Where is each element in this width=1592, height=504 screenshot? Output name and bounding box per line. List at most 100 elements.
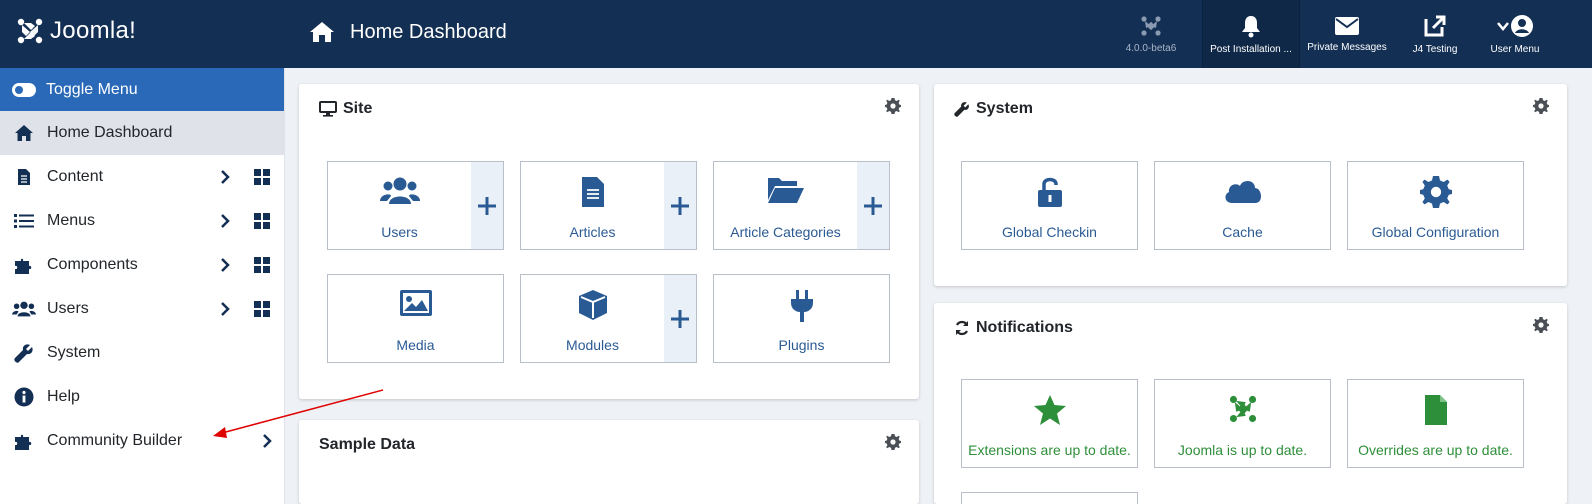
cube-icon	[578, 290, 607, 320]
sidebar-item-label: Components	[47, 256, 138, 273]
site-tile-article-categories[interactable]: Article Categories	[713, 161, 890, 250]
sidebar-item-menus[interactable]: Menus	[0, 199, 284, 243]
chevron-right-icon[interactable]	[220, 169, 230, 185]
dashboard-grid-icon[interactable]	[254, 257, 270, 273]
add-user-button[interactable]	[471, 162, 503, 249]
notification-tile-joomla[interactable]: Joomla is up to date.	[1154, 379, 1331, 468]
plus-icon	[671, 196, 689, 215]
tile-label: Article Categories	[730, 224, 841, 240]
cog-icon	[1419, 176, 1452, 208]
joomla-logo-icon	[17, 18, 43, 44]
gear-icon[interactable]	[885, 434, 901, 450]
plug-icon	[790, 290, 813, 322]
chevron-right-icon[interactable]	[220, 213, 230, 229]
plus-icon	[478, 196, 496, 215]
top-header: Joomla! Home Dashboard 4.0.0-beta6 Post …	[0, 0, 1592, 68]
sidebar-item-label: Home Dashboard	[47, 124, 173, 141]
tile-label: Joomla is up to date.	[1177, 442, 1308, 458]
site-tile-media[interactable]: Media	[327, 274, 504, 363]
post-installation-button[interactable]: Post Installation ...	[1202, 0, 1300, 68]
users-icon	[12, 300, 36, 318]
system-card-title: System	[954, 100, 1033, 118]
wrench-icon	[954, 102, 969, 117]
notification-tile-extensions[interactable]: Extensions are up to date.	[961, 379, 1138, 468]
unlock-icon	[1037, 177, 1062, 207]
users-icon	[379, 177, 420, 204]
plugins-tile-link[interactable]: Plugins	[714, 275, 889, 362]
version-label: 4.0.0-beta6	[1125, 42, 1177, 54]
dashboard-grid-icon[interactable]	[254, 213, 270, 229]
user-menu-label: User Menu	[1490, 43, 1540, 55]
system-tile-global-configuration[interactable]: Global Configuration	[1347, 161, 1524, 250]
sidebar-item-content[interactable]: Content	[0, 155, 284, 199]
add-category-button[interactable]	[857, 162, 889, 249]
add-module-button[interactable]	[664, 275, 696, 362]
site-module-card: Site Users Articles Article Categories M…	[299, 84, 919, 399]
joomla-version-icon	[1141, 15, 1161, 36]
gear-icon[interactable]	[1533, 98, 1549, 114]
system-tile-cache[interactable]: Cache	[1154, 161, 1331, 250]
tile-label: Plugins	[778, 337, 825, 353]
articles-tile-link[interactable]: Articles	[521, 162, 664, 249]
site-tile-plugins[interactable]: Plugins	[713, 274, 890, 363]
home-icon	[310, 22, 334, 42]
sidebar-item-users[interactable]: Users	[0, 287, 284, 331]
sidebar-item-label: Help	[47, 388, 80, 405]
sidebar-item-home-dashboard[interactable]: Home Dashboard	[0, 111, 284, 155]
chevron-right-icon[interactable]	[220, 257, 230, 273]
sync-icon	[956, 320, 968, 336]
dashboard-grid-icon[interactable]	[254, 169, 270, 185]
private-messages-button[interactable]: Private Messages	[1302, 0, 1392, 68]
tile-label: Global Configuration	[1371, 224, 1500, 240]
j4-testing-button[interactable]: J4 Testing	[1402, 0, 1468, 68]
sidebar-item-components[interactable]: Components	[0, 243, 284, 287]
j4-testing-label: J4 Testing	[1412, 43, 1458, 55]
info-icon	[12, 387, 36, 407]
add-article-button[interactable]	[664, 162, 696, 249]
plus-icon	[671, 309, 689, 328]
monitor-icon	[319, 101, 337, 117]
notifications-card-title: Notifications	[954, 319, 1073, 337]
site-tile-users[interactable]: Users	[327, 161, 504, 250]
global-configuration-tile-link[interactable]: Global Configuration	[1348, 162, 1523, 249]
external-link-icon	[1424, 15, 1446, 36]
joomla-logo[interactable]: Joomla!	[16, 17, 136, 45]
annotation-arrow	[213, 389, 384, 438]
tile-label: Media	[396, 337, 435, 353]
home-icon	[12, 124, 36, 142]
toggle-switch-icon	[12, 82, 36, 97]
users-tile-link[interactable]: Users	[328, 162, 471, 249]
star-icon	[1033, 395, 1066, 425]
gear-icon[interactable]	[885, 98, 901, 114]
post-installation-label: Post Installation ...	[1210, 43, 1292, 55]
overrides-status-link[interactable]: Overrides are up to date.	[1348, 380, 1523, 467]
extensions-status-link[interactable]: Extensions are up to date.	[962, 380, 1137, 467]
cache-tile-link[interactable]: Cache	[1155, 162, 1330, 249]
brand-name: Joomla!	[50, 17, 137, 44]
toggle-menu-button[interactable]: Toggle Menu	[0, 68, 284, 111]
tile-label: Global Checkin	[1002, 224, 1097, 240]
notification-tile-partial[interactable]	[961, 492, 1138, 504]
user-menu-button[interactable]: User Menu	[1482, 0, 1548, 68]
page-title: Home Dashboard	[350, 20, 507, 43]
modules-tile-link[interactable]: Modules	[521, 275, 664, 362]
site-card-title-text: Site	[343, 100, 373, 117]
sidebar-item-system[interactable]: System	[0, 331, 284, 375]
global-checkin-tile-link[interactable]: Global Checkin	[962, 162, 1137, 249]
folder-open-icon	[767, 178, 804, 203]
gear-icon[interactable]	[1533, 317, 1549, 333]
media-tile-link[interactable]: Media	[328, 275, 503, 362]
chevron-right-icon[interactable]	[220, 301, 230, 317]
joomla-status-link[interactable]: Joomla is up to date.	[1155, 380, 1330, 467]
sidebar-item-label: System	[47, 344, 101, 361]
notification-tile-overrides[interactable]: Overrides are up to date.	[1347, 379, 1524, 468]
site-tile-modules[interactable]: Modules	[520, 274, 697, 363]
site-tile-articles[interactable]: Articles	[520, 161, 697, 250]
article-categories-tile-link[interactable]: Article Categories	[714, 162, 857, 249]
system-tile-global-checkin[interactable]: Global Checkin	[961, 161, 1138, 250]
site-card-title: Site	[319, 100, 372, 118]
sidebar-item-label: Community Builder	[47, 432, 183, 449]
file-icon	[12, 168, 36, 186]
plus-icon	[864, 196, 882, 215]
dashboard-grid-icon[interactable]	[254, 301, 270, 317]
